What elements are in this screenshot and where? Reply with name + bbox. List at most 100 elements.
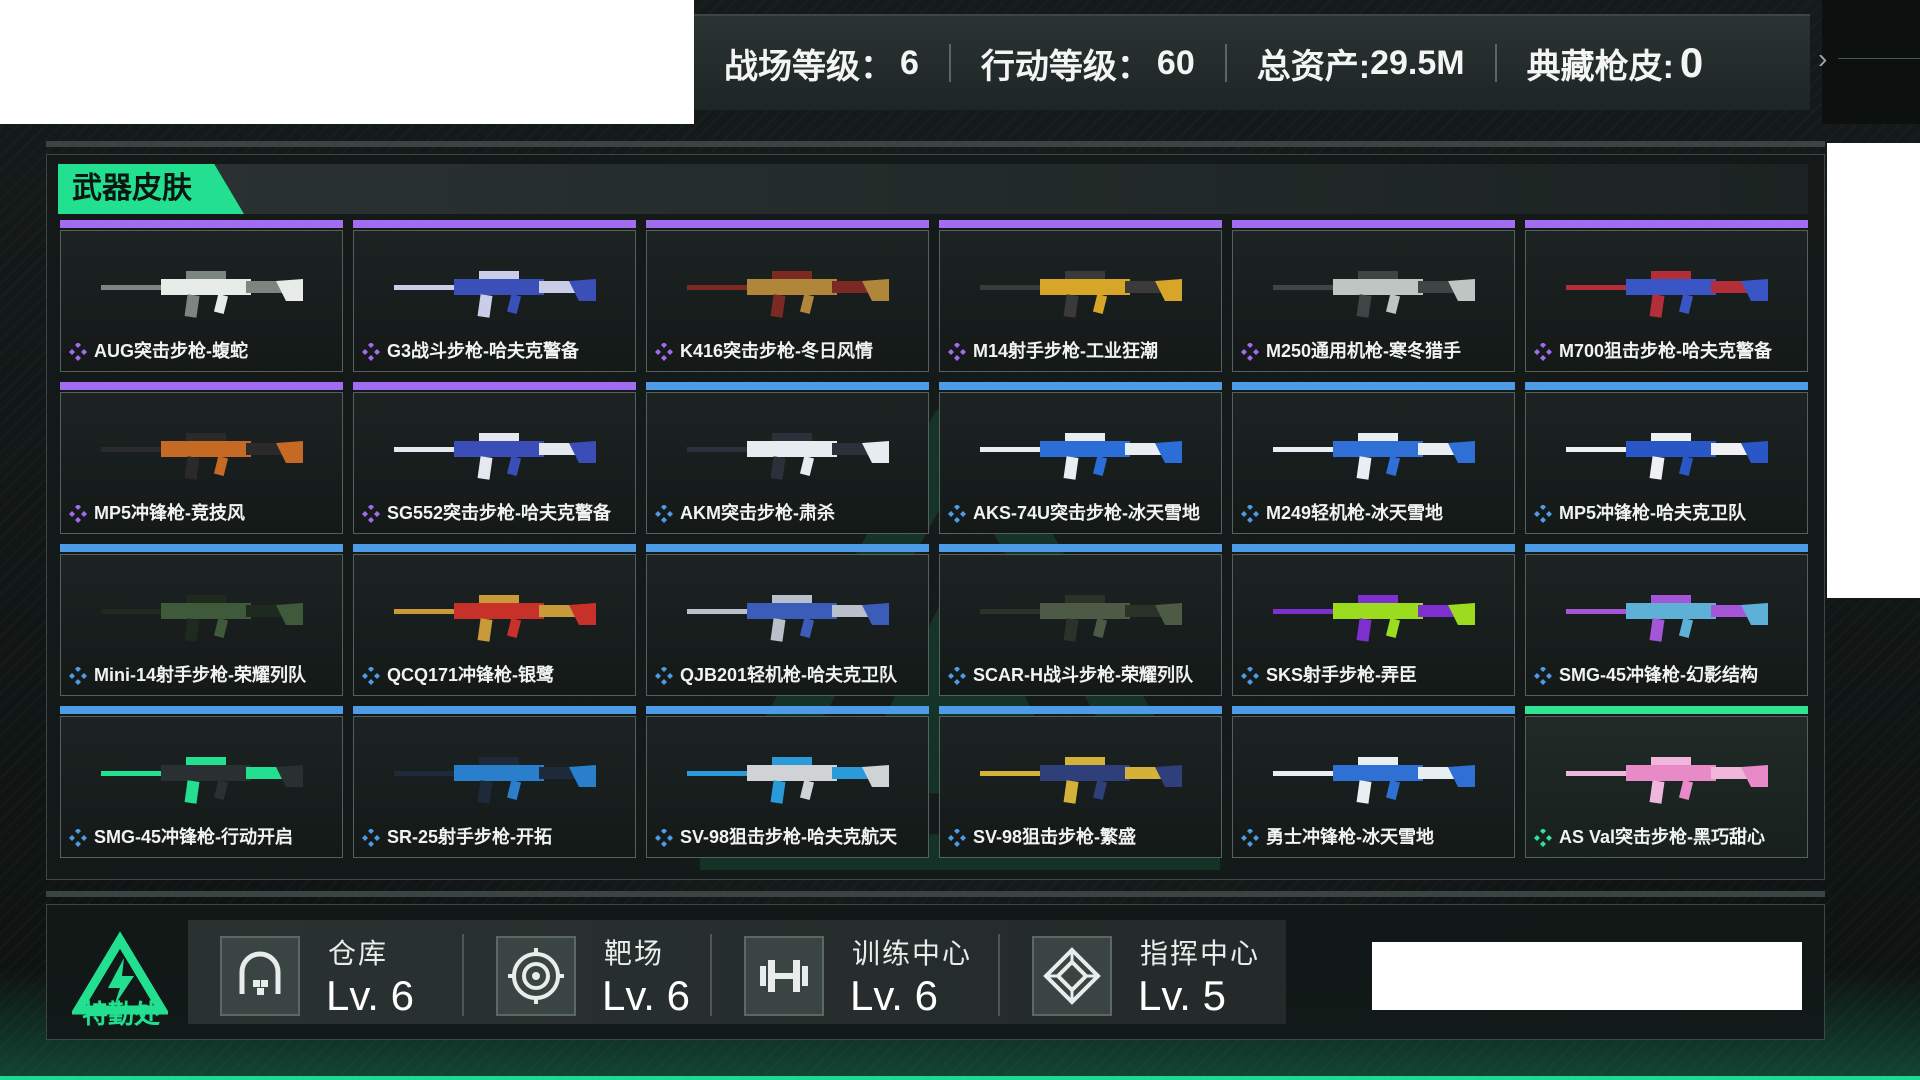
weapon-skin-card[interactable]: SMG-45冲锋枪-幻影结构	[1525, 544, 1808, 696]
weapon-skin-card[interactable]: MP5冲锋枪-哈夫克卫队	[1525, 382, 1808, 534]
battlefield-level-label: 战场等级：	[724, 47, 894, 86]
facility-shooting-range[interactable]: 靶场 Lv. 6	[464, 920, 710, 1024]
rarity-strip	[1232, 220, 1515, 228]
rarity-diamond-icon	[655, 343, 673, 361]
weapon-skin-card[interactable]: G3战斗步枪-哈夫克警备	[353, 220, 636, 372]
weapon-image-icon	[1566, 271, 1768, 318]
weapon-skin-name: AS Val突击步枪-黑巧甜心	[1559, 827, 1766, 847]
weapon-skin-name: AUG突击步枪-蝮蛇	[94, 341, 248, 361]
rarity-diamond-icon	[1534, 505, 1552, 523]
weapon-skin-name: M700狙击步枪-哈夫克警备	[1559, 341, 1773, 361]
dumbbell-icon	[744, 936, 824, 1016]
weapon-skin-card[interactable]: SR-25射手步枪-开拓	[353, 706, 636, 858]
weapon-skin-card[interactable]: SV-98狙击步枪-哈夫克航天	[646, 706, 929, 858]
weapon-skin-name: M250通用机枪-寒冬猎手	[1266, 341, 1462, 361]
card-body: AUG突击步枪-蝮蛇	[60, 230, 343, 372]
rarity-diamond-icon	[362, 667, 380, 685]
card-body: SMG-45冲锋枪-幻影结构	[1525, 554, 1808, 696]
weapon-skin-card[interactable]: QJB201轻机枪-哈夫克卫队	[646, 544, 929, 696]
rarity-strip	[353, 544, 636, 552]
weapon-skin-card[interactable]: QCQ171冲锋枪-银鹭	[353, 544, 636, 696]
weapon-skin-card[interactable]: M14射手步枪-工业狂潮	[939, 220, 1222, 372]
stat-divider	[1224, 44, 1227, 82]
chevron-right-icon[interactable]: ›	[1818, 44, 1838, 74]
weapon-image-icon	[1273, 595, 1475, 642]
rarity-strip	[939, 706, 1222, 714]
rarity-diamond-icon	[655, 505, 673, 523]
rarity-strip	[1232, 706, 1515, 714]
rarity-strip	[939, 544, 1222, 552]
weapon-skin-name: SMG-45冲锋枪-幻影结构	[1559, 665, 1759, 685]
weapon-skin-card[interactable]: AKM突击步枪-肃杀	[646, 382, 929, 534]
weapon-image-icon	[101, 757, 303, 804]
facility-training-center[interactable]: 训练中心 Lv. 6	[712, 920, 998, 1024]
rarity-diamond-icon	[1241, 343, 1259, 361]
weapon-image-icon	[1273, 271, 1475, 318]
rarity-strip	[1232, 382, 1515, 390]
facility-warehouse[interactable]: 仓库 Lv. 6	[188, 920, 458, 1024]
rarity-strip	[646, 706, 929, 714]
collection-skins-value: 0	[1679, 39, 1704, 86]
weapon-skin-card[interactable]: SKS射手步枪-弄臣	[1232, 544, 1515, 696]
card-body: SG552突击步枪-哈夫克警备	[353, 392, 636, 534]
rarity-strip	[1525, 220, 1808, 228]
facility-command-center[interactable]: 指挥中心 Lv. 5	[1000, 920, 1286, 1024]
weapon-skin-name: SKS射手步枪-弄臣	[1266, 665, 1418, 685]
rarity-diamond-icon	[69, 829, 87, 847]
rarity-strip	[60, 544, 343, 552]
total-assets-label: 总资产:	[1256, 47, 1371, 86]
facility-level: Lv. 6	[850, 972, 938, 1019]
card-body: AS Val突击步枪-黑巧甜心	[1525, 716, 1808, 858]
card-body: QJB201轻机枪-哈夫克卫队	[646, 554, 929, 696]
rarity-strip	[1525, 706, 1808, 714]
weapon-skin-card[interactable]: M700狙击步枪-哈夫克警备	[1525, 220, 1808, 372]
rarity-diamond-icon	[362, 343, 380, 361]
weapon-skin-name: Mini-14射手步枪-荣耀列队	[94, 665, 307, 685]
weapon-skin-card[interactable]: AUG突击步枪-蝮蛇	[60, 220, 343, 372]
weapon-skin-name: QJB201轻机枪-哈夫克卫队	[680, 665, 898, 685]
weapon-image-icon	[101, 595, 303, 642]
facility-name: 仓库	[328, 938, 389, 969]
weapon-skin-card[interactable]: 勇士冲锋枪-冰天雪地	[1232, 706, 1515, 858]
weapon-image-icon	[980, 757, 1182, 804]
weapon-skin-card[interactable]: SCAR-H战斗步枪-荣耀列队	[939, 544, 1222, 696]
card-body: QCQ171冲锋枪-银鹭	[353, 554, 636, 696]
rarity-diamond-icon	[1241, 667, 1259, 685]
facility-name: 靶场	[604, 938, 665, 969]
weapon-skin-card[interactable]: AS Val突击步枪-黑巧甜心	[1525, 706, 1808, 858]
card-body: SCAR-H战斗步枪-荣耀列队	[939, 554, 1222, 696]
weapon-skin-card[interactable]: SMG-45冲锋枪-行动开启	[60, 706, 343, 858]
weapon-skin-name: AKS-74U突击步枪-冰天雪地	[973, 503, 1201, 523]
panel-top-rule	[46, 141, 1825, 147]
weapon-image-icon	[394, 271, 596, 318]
weapon-skin-card[interactable]: Mini-14射手步枪-荣耀列队	[60, 544, 343, 696]
rarity-strip	[646, 544, 929, 552]
weapon-skin-name: 勇士冲锋枪-冰天雪地	[1266, 827, 1434, 847]
weapon-skin-card[interactable]: AKS-74U突击步枪-冰天雪地	[939, 382, 1222, 534]
facility-level: Lv. 5	[1138, 972, 1226, 1019]
weapon-skin-card[interactable]: SV-98狙击步枪-繁盛	[939, 706, 1222, 858]
player-stats-bar: 战场等级： 6 行动等级： 60 总资产: 29.5M 典藏枪皮: 0	[694, 14, 1810, 110]
weapon-image-icon	[1566, 433, 1768, 480]
weapon-skin-card[interactable]: M249轻机枪-冰天雪地	[1232, 382, 1515, 534]
weapon-skin-card[interactable]: MP5冲锋枪-竞技风	[60, 382, 343, 534]
weapon-skin-name: SV-98狙击步枪-繁盛	[973, 827, 1137, 847]
rarity-diamond-icon	[948, 343, 966, 361]
warehouse-icon	[220, 936, 300, 1016]
weapon-skin-name: MP5冲锋枪-竞技风	[94, 503, 246, 523]
weapon-skin-card[interactable]: M250通用机枪-寒冬猎手	[1232, 220, 1515, 372]
weapon-image-icon	[1566, 595, 1768, 642]
card-body: M700狙击步枪-哈夫克警备	[1525, 230, 1808, 372]
top-right-rule	[1838, 58, 1920, 59]
rarity-strip	[1525, 544, 1808, 552]
redacted-area-right	[1827, 143, 1920, 598]
card-body: SV-98狙击步枪-繁盛	[939, 716, 1222, 858]
weapon-image-icon	[1566, 757, 1768, 804]
weapon-image-icon	[687, 433, 889, 480]
weapon-skin-card[interactable]: SG552突击步枪-哈夫克警备	[353, 382, 636, 534]
bottom-panel-top-rule	[46, 891, 1825, 897]
card-body: K416突击步枪-冬日风情	[646, 230, 929, 372]
weapon-skin-card[interactable]: K416突击步枪-冬日风情	[646, 220, 929, 372]
redacted-area-top-left	[0, 0, 694, 124]
rarity-diamond-icon	[948, 505, 966, 523]
